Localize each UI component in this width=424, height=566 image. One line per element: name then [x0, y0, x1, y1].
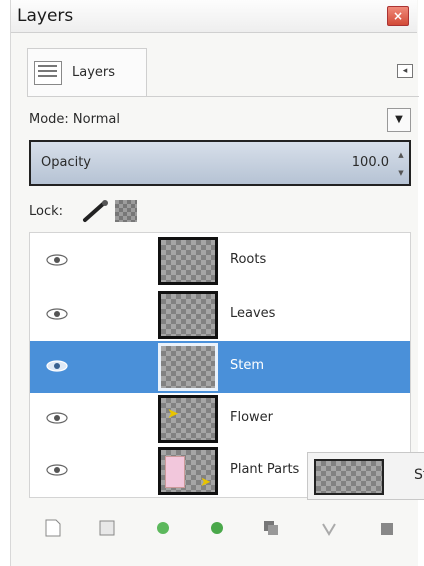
arrow-icon: ➤ [167, 406, 179, 422]
layer-toolbar [29, 510, 411, 550]
new-layer-icon[interactable] [43, 518, 63, 538]
close-button[interactable]: × [387, 6, 409, 26]
layers-icon [34, 61, 62, 85]
layer-tooltip: St [307, 452, 424, 500]
layer-thumbnail: ➤ [158, 395, 218, 443]
anchor-layer-icon[interactable] [319, 518, 339, 538]
layer-row-leaves[interactable]: Leaves [30, 289, 410, 341]
layer-name[interactable]: Stem [230, 358, 264, 373]
alpha-lock-icon[interactable] [115, 200, 137, 222]
tooltip-text: St [414, 467, 424, 483]
tab-layers[interactable]: Layers [27, 48, 147, 96]
layer-thumbnail: ➤ [158, 447, 218, 495]
eye-icon[interactable] [44, 463, 70, 477]
layer-row-roots[interactable]: Roots [30, 235, 410, 287]
layer-thumbnail [158, 237, 218, 285]
layers-window: Layers × Layers ◂ Mode: Normal ▼ Opacity… [10, 0, 424, 566]
layer-name[interactable]: Flower [230, 410, 273, 425]
opacity-slider[interactable]: Opacity 100.0 ▲ ▼ [29, 140, 411, 186]
tab-label: Layers [72, 65, 116, 80]
opacity-spinner[interactable]: ▲ ▼ [395, 146, 407, 182]
opacity-label: Opacity [41, 155, 92, 170]
raise-layer-icon[interactable] [153, 518, 173, 538]
layer-thumbnail [158, 291, 218, 339]
pink-shape [165, 456, 185, 488]
tab-bar: Layers ◂ [27, 48, 419, 97]
mode-select[interactable]: Mode: Normal ▼ [29, 108, 411, 134]
mode-label: Mode: Normal [29, 112, 120, 127]
opacity-value: 100.0 [351, 155, 389, 170]
arrow-icon: ➤ [200, 475, 211, 490]
layer-name[interactable]: Roots [230, 252, 266, 267]
window-title: Layers [17, 6, 74, 26]
paint-lock-icon[interactable] [77, 200, 113, 224]
eye-icon[interactable] [44, 359, 70, 373]
eye-icon[interactable] [44, 307, 70, 321]
layer-name[interactable]: Leaves [230, 306, 275, 321]
title-bar[interactable]: Layers × [11, 0, 417, 33]
lower-layer-icon[interactable] [207, 518, 227, 538]
eye-icon[interactable] [44, 411, 70, 425]
layer-name[interactable]: Plant Parts [230, 462, 299, 477]
lock-label: Lock: [29, 204, 64, 219]
layer-row-stem[interactable]: Stem [30, 341, 410, 393]
duplicate-layer-icon[interactable] [261, 518, 281, 538]
layer-row-flower[interactable]: ➤ Flower [30, 393, 410, 445]
new-group-icon[interactable] [97, 518, 117, 538]
eye-icon[interactable] [44, 253, 70, 267]
delete-layer-icon[interactable] [377, 518, 397, 538]
tooltip-thumbnail [314, 459, 384, 495]
layer-thumbnail [158, 343, 218, 391]
tab-menu-icon[interactable]: ◂ [397, 64, 413, 78]
chevron-down-icon[interactable]: ▼ [387, 108, 411, 132]
